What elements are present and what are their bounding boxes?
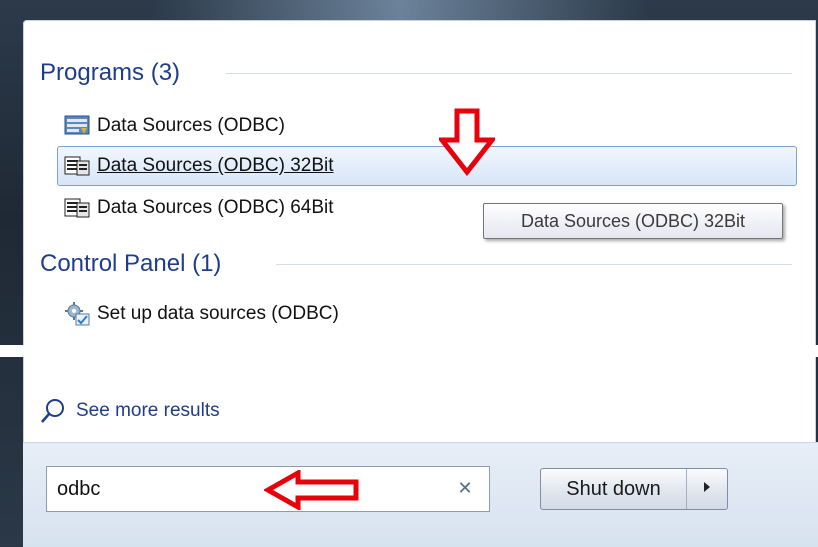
control-panel-gear-icon	[63, 302, 91, 326]
program-item-label: Data Sources (ODBC) 32Bit	[97, 155, 334, 176]
search-magnifier-icon	[38, 396, 68, 426]
shutdown-label: Shut down	[566, 477, 661, 500]
odbc-64bit-icon	[63, 196, 91, 220]
programs-header-label: Programs (3)	[40, 59, 181, 86]
see-more-label: See more results	[76, 400, 220, 421]
control-panel-item-setup-odbc[interactable]: Set up data sources (ODBC)	[63, 299, 339, 329]
odbc-admin-icon	[63, 114, 91, 138]
control-panel-header: Control Panel (1)	[40, 249, 221, 279]
program-item-odbc-32bit[interactable]: Data Sources (ODBC) 32Bit	[63, 151, 334, 181]
annotation-down-arrow-icon	[436, 108, 498, 177]
control-panel-divider	[276, 264, 792, 265]
control-panel-header-label: Control Panel (1)	[40, 250, 222, 277]
chevron-right-icon	[702, 480, 712, 498]
see-more-results-link[interactable]: See more results	[38, 395, 220, 427]
tooltip: Data Sources (ODBC) 32Bit	[483, 203, 783, 239]
program-item-odbc[interactable]: Data Sources (ODBC)	[63, 111, 285, 141]
screenshot-seam	[0, 345, 818, 357]
shutdown-options-button[interactable]	[687, 469, 727, 509]
annotation-left-arrow-icon	[262, 468, 360, 512]
program-item-odbc-64bit[interactable]: Data Sources (ODBC) 64Bit	[63, 193, 334, 223]
frame-glow	[150, 0, 650, 22]
control-panel-item-label: Set up data sources (ODBC)	[97, 303, 339, 324]
program-item-label: Data Sources (ODBC) 64Bit	[97, 197, 334, 218]
shutdown-button-group: Shut down	[540, 468, 728, 510]
tooltip-text: Data Sources (ODBC) 32Bit	[520, 210, 746, 231]
programs-header: Programs (3)	[40, 58, 180, 88]
programs-divider	[226, 73, 792, 74]
odbc-32bit-icon	[63, 154, 91, 178]
program-item-label: Data Sources (ODBC)	[97, 115, 285, 136]
search-input[interactable]	[47, 476, 439, 502]
shutdown-button[interactable]: Shut down	[541, 469, 687, 509]
clear-search-icon[interactable]: ✕	[455, 477, 475, 499]
